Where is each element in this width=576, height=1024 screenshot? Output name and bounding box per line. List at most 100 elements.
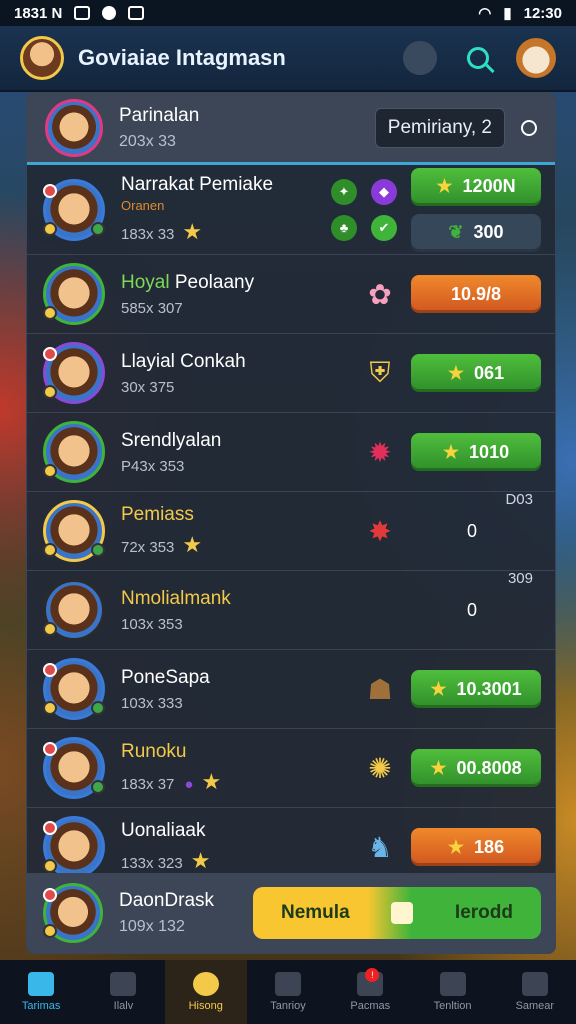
- gem-icon: ◆: [371, 178, 397, 205]
- score-button[interactable]: ★ 10.3001: [411, 670, 541, 708]
- crest-icon: ⛨: [369, 356, 391, 388]
- row-avatar: [43, 883, 103, 943]
- search-icon: [110, 972, 137, 996]
- row-name: Hoyal Peolaany: [121, 271, 255, 293]
- row-name: Narrakat Pemiake: [121, 174, 274, 195]
- row-name: Runoku: [121, 741, 187, 762]
- app-header: Goviaiae Intagmasn: [0, 26, 576, 92]
- row-avatar: [43, 579, 105, 641]
- row-name: PoneSapa: [121, 666, 210, 688]
- claim-button[interactable]: Nemula Ierodd: [253, 887, 541, 939]
- star-icon: ★: [430, 757, 447, 778]
- leaderboard-panel: Parinalan 203x 33 Pemiriany, 2 Narrakat …: [26, 92, 556, 954]
- hat-character-icon: ☗: [367, 673, 393, 705]
- leaderboard-row[interactable]: Srendlyalan P43x 353 ✹ ★ 1010: [27, 413, 555, 492]
- star-icon: ★: [436, 176, 453, 196]
- star-icon: ★: [182, 532, 203, 557]
- score-button[interactable]: ★ 00.8008: [411, 749, 541, 787]
- star-icon: ★: [430, 678, 447, 699]
- row-score: 309 0: [466, 569, 533, 620]
- leaderboard-row[interactable]: Runoku 183x 37 ● ★ ✺ ★ 00.8008: [27, 729, 555, 808]
- status-time-right: 12:30: [523, 4, 562, 22]
- knight-icon: ♞: [367, 831, 393, 863]
- star-icon: ★: [442, 441, 460, 462]
- nav-home[interactable]: Tarimas: [0, 960, 82, 1024]
- gallery-icon: [74, 6, 91, 20]
- notification-icon: [102, 6, 117, 20]
- score-button[interactable]: ★ 1010: [411, 433, 541, 471]
- row-avatar: [43, 658, 105, 720]
- row-stats: 72x 353 ★: [121, 532, 203, 557]
- timer-icon: [439, 972, 466, 996]
- rank-pill[interactable]: Pemiriany, 2: [374, 107, 505, 148]
- clock-icon: [274, 972, 301, 996]
- nav-leaderboard[interactable]: Hisong: [164, 960, 247, 1024]
- pet-icon: [516, 38, 556, 78]
- moon-icon: [403, 41, 437, 75]
- star-icon: ★: [447, 836, 465, 857]
- row-name: Nmolialmank: [121, 587, 231, 609]
- leaderboard-row[interactable]: Narrakat Pemiake Oranen 183x 33 ★ ✦ ♣ ◆ ✔…: [27, 165, 555, 255]
- row-stats: 103x 353: [121, 615, 183, 633]
- self-footer-row[interactable]: DaonDrask 109x 132 Nemula Ierodd: [27, 873, 555, 953]
- row-avatar: [43, 178, 105, 241]
- badge-emblem-icon: ✸: [368, 515, 392, 547]
- nav-messages[interactable]: ! Pacmas: [329, 960, 411, 1024]
- player-name: Parinalan: [119, 104, 200, 126]
- pet-button[interactable]: [516, 38, 556, 78]
- row-stats: 133x 323 ★: [121, 848, 211, 873]
- score-button[interactable]: ★ 186: [411, 828, 541, 866]
- row-score: D03 0: [466, 490, 533, 541]
- row-avatar: [43, 737, 105, 799]
- row-name: Llayial Conkah: [121, 350, 246, 372]
- star-icon: ★: [190, 848, 211, 873]
- search-button[interactable]: [458, 38, 498, 78]
- empty-emblem: [361, 591, 399, 629]
- score-button[interactable]: ★ 1200N: [411, 167, 541, 206]
- current-player-row[interactable]: Parinalan 203x 33 Pemiriany, 2: [27, 93, 555, 165]
- row-name: Uonaliaak: [121, 820, 206, 841]
- row-avatar: [43, 342, 105, 404]
- star-icon: ★: [182, 219, 203, 244]
- clover-icon: ♣: [331, 214, 357, 241]
- row-avatar: [43, 816, 105, 878]
- score-button[interactable]: 10.9/8: [411, 275, 541, 313]
- user-icon: [521, 972, 548, 996]
- row-stats: P43x 353: [121, 457, 185, 475]
- nav-clock[interactable]: Tanrioy: [247, 960, 329, 1024]
- row-stats: 103x 333: [121, 694, 183, 712]
- leaderboard-row[interactable]: Pemiass 72x 353 ★ ✸ D03 0: [27, 490, 555, 571]
- leaderboard-row[interactable]: Hoyal Peolaany 585x 307 ✿ 10.9/8: [27, 255, 555, 334]
- profile-avatar[interactable]: [20, 36, 64, 80]
- nav-timer[interactable]: Tenltion: [411, 960, 493, 1024]
- row-stats: 183x 33 ★: [121, 219, 203, 244]
- leaderboard-row[interactable]: PoneSapa 103x 333 ☗ ★ 10.3001: [27, 650, 555, 729]
- leaderboard-row[interactable]: Llayial Conkah 30x 375 ⛨ ★ 061: [27, 334, 555, 413]
- score-button[interactable]: ❦ 300: [411, 213, 541, 252]
- signal-icon: ▮: [503, 5, 512, 22]
- row-avatar: [43, 421, 105, 483]
- row-avatar: [43, 263, 105, 325]
- egg-icon: ●: [184, 776, 194, 793]
- score-button[interactable]: ★ 061: [411, 354, 541, 392]
- shield-icon: ✔: [371, 214, 397, 241]
- settings-button[interactable]: [400, 38, 440, 78]
- row-stats: 183x 37 ● ★: [121, 769, 222, 794]
- search-icon: [467, 47, 489, 69]
- row-score-small: D03: [505, 490, 533, 508]
- nav-search[interactable]: Ilalv: [82, 960, 164, 1024]
- info-icon[interactable]: [521, 119, 537, 136]
- leaf-icon: ❦: [448, 222, 464, 242]
- star-icon: ★: [447, 362, 465, 383]
- star-icon: ★: [201, 769, 222, 794]
- row-name: DaonDrask: [119, 890, 215, 911]
- rank-label: Pemiriany,: [387, 116, 477, 138]
- bottom-nav: Tarimas Ilalv Hisong Tanrioy ! Pacmas Ten…: [0, 960, 576, 1024]
- nav-profile[interactable]: Samear: [494, 960, 576, 1024]
- home-icon: [28, 972, 55, 996]
- status-bar: 1831 N ◠ ▮ 12:30: [0, 0, 576, 26]
- leaderboard-row[interactable]: Nmolialmank 103x 353 309 0: [27, 569, 555, 650]
- player-stats: 203x 33: [119, 132, 176, 150]
- row-subtitle: Oranen: [121, 198, 165, 213]
- row-name: Srendlyalan: [121, 429, 222, 451]
